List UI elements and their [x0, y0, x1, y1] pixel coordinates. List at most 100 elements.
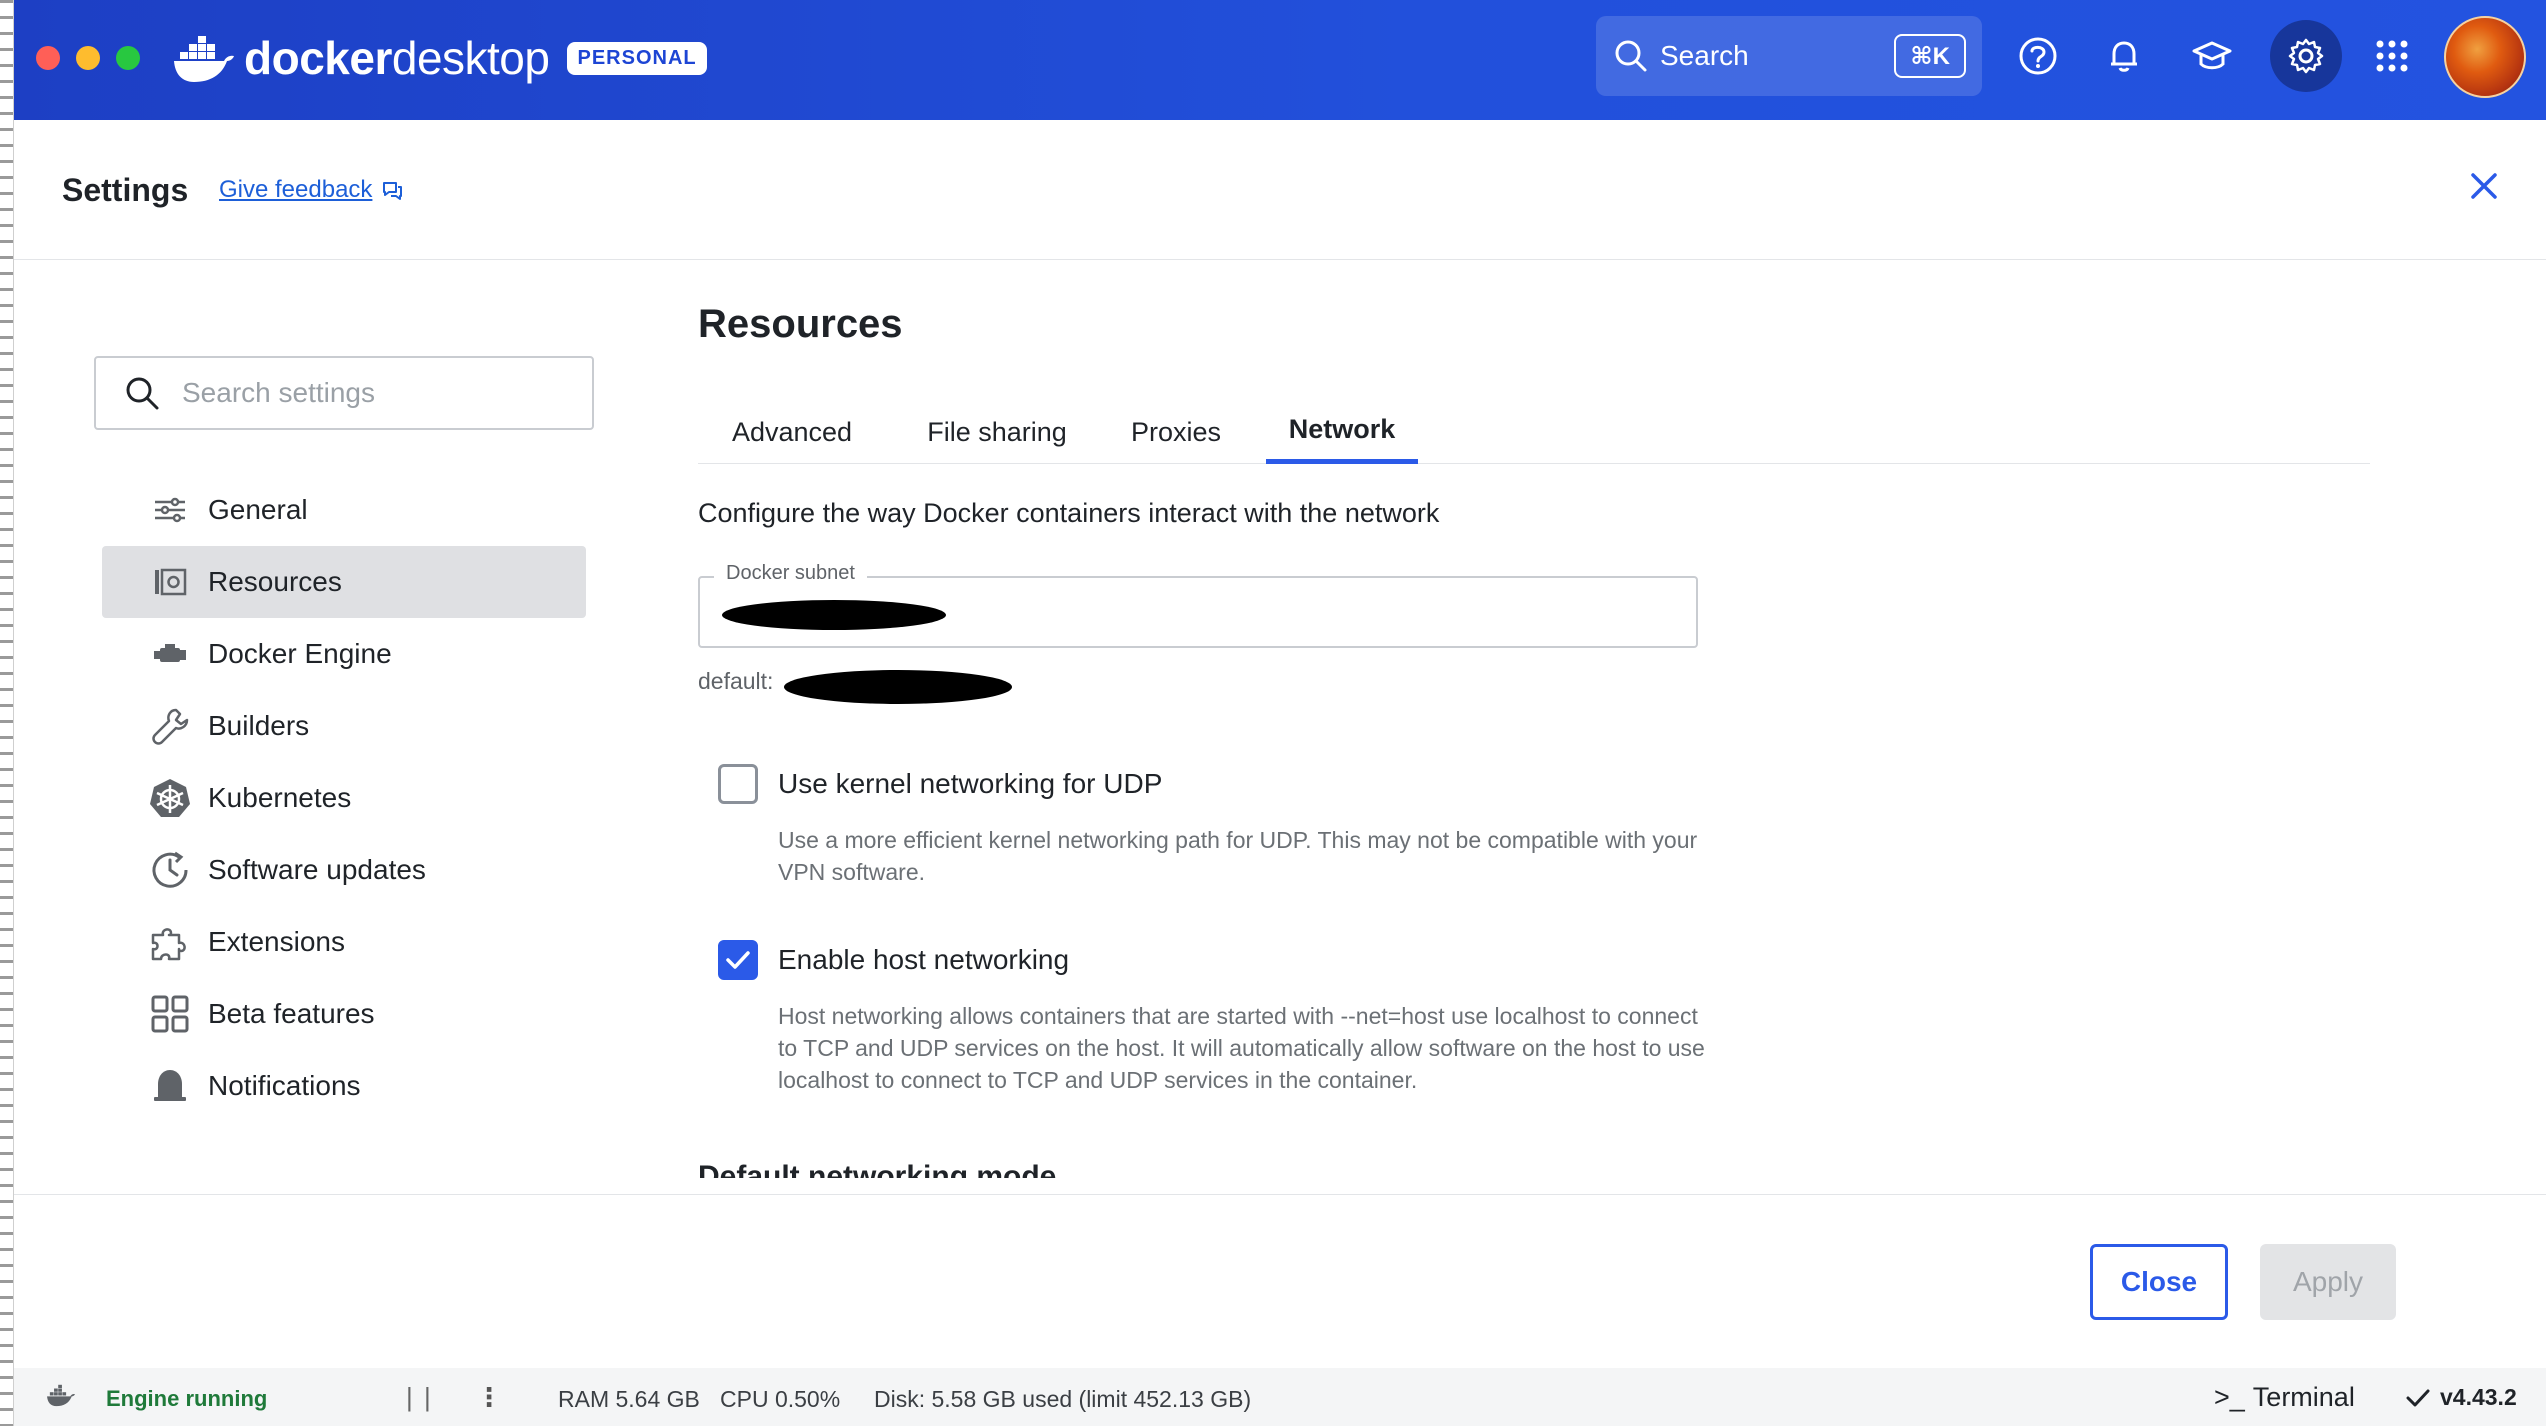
resources-icon — [148, 560, 192, 604]
sidebar-item-label: Beta features — [208, 998, 375, 1029]
search-icon — [1615, 40, 1647, 72]
learning-center-button[interactable] — [2182, 26, 2242, 86]
window-close-button[interactable] — [36, 46, 60, 70]
give-feedback-link[interactable]: Give feedback — [219, 176, 404, 204]
sidebar-item-software-updates[interactable]: Software updates — [102, 834, 586, 906]
tab-proxies[interactable]: Proxies — [1108, 400, 1244, 464]
sliders-icon — [148, 488, 192, 532]
sidebar-item-label: Kubernetes — [208, 782, 352, 813]
sidebar-item-resources[interactable]: Resources — [102, 546, 586, 618]
resources-tabs: Advanced File sharing Proxies Network — [698, 400, 2370, 464]
docker-whale-icon — [174, 36, 234, 82]
sidebar-item-notifications[interactable]: Notifications — [102, 1050, 586, 1122]
redacted-default-value — [784, 670, 1012, 704]
terminal-button[interactable]: >_ Terminal — [2214, 1382, 2355, 1413]
disk-usage: Disk: 5.58 GB used (limit 452.13 GB) — [874, 1386, 1252, 1412]
docker-subnet-field[interactable]: Docker subnet — [698, 562, 1698, 648]
kernel-udp-option: Use kernel networking for UDP — [718, 764, 1162, 804]
terminal-label: Terminal — [2252, 1382, 2355, 1412]
apps-grid-icon — [2376, 40, 2408, 72]
sidebar-item-builders[interactable]: Builders — [102, 690, 586, 762]
brand-name: dockerdesktop — [244, 32, 550, 84]
close-icon — [2471, 173, 2497, 199]
docker-whale-icon — [47, 1384, 75, 1407]
settings-nav: General Resources Docker Engine Builders… — [102, 474, 586, 1122]
close-settings-button[interactable] — [2458, 160, 2510, 212]
search-label: Search — [1660, 40, 1749, 71]
host-networking-label: Enable host networking — [778, 944, 1070, 975]
apply-button[interactable]: Apply — [2260, 1244, 2396, 1320]
terminal-icon: >_ — [2214, 1382, 2245, 1412]
status-bar: Engine running | | ⋮ RAM 5.64 GB CPU 0.5… — [14, 1368, 2546, 1426]
close-button[interactable]: Close — [2090, 1244, 2228, 1320]
gear-icon — [2288, 38, 2324, 74]
puzzle-icon — [148, 920, 192, 964]
sidebar-item-label: General — [208, 494, 308, 525]
settings-button[interactable] — [2270, 20, 2342, 92]
section-title: Resources — [698, 302, 903, 346]
version-label: v4.43.2 — [2440, 1384, 2517, 1410]
checkmark-icon — [726, 951, 750, 969]
help-icon — [2019, 37, 2057, 75]
pause-engine-button[interactable]: | | — [406, 1382, 433, 1413]
plan-badge: PERSONAL — [567, 41, 707, 75]
network-intro: Configure the way Docker containers inte… — [698, 498, 1440, 528]
notifications-button[interactable] — [2094, 26, 2154, 86]
grid-icon — [148, 992, 192, 1036]
cpu-usage: CPU 0.50% — [720, 1386, 841, 1412]
sidebar-item-docker-engine[interactable]: Docker Engine — [102, 618, 586, 690]
docker-desktop-window: dockerdesktop PERSONAL Search ⌘K Setting… — [0, 0, 2546, 1426]
ram-usage: RAM 5.64 GB — [558, 1386, 700, 1412]
engine-status: Engine running — [106, 1386, 268, 1411]
default-subnet-label: default: — [698, 668, 774, 694]
docker-logo: dockerdesktop PERSONAL — [172, 26, 707, 90]
sidebar-item-label: Extensions — [208, 926, 345, 957]
tab-file-sharing[interactable]: File sharing — [886, 400, 1108, 464]
host-networking-description: Host networking allows containers that a… — [778, 1003, 1705, 1093]
kubernetes-icon — [148, 776, 192, 820]
sidebar-item-label: Software updates — [208, 854, 426, 885]
wrench-icon — [148, 704, 192, 748]
clock-update-icon — [148, 848, 192, 892]
more-options-button[interactable]: ⋮ — [476, 1382, 502, 1413]
sidebar-item-label: Resources — [208, 566, 342, 597]
sidebar-item-label: Notifications — [208, 1070, 361, 1101]
settings-search-box[interactable] — [94, 356, 594, 430]
sidebar-item-label: Docker Engine — [208, 638, 392, 669]
window-maximize-button[interactable] — [116, 46, 140, 70]
sidebar-item-beta-features[interactable]: Beta features — [102, 978, 586, 1050]
tab-network[interactable]: Network — [1266, 400, 1418, 464]
version-badge[interactable]: v4.43.2 — [2406, 1384, 2517, 1411]
engine-icon — [148, 632, 192, 676]
title-bar: dockerdesktop PERSONAL Search ⌘K — [14, 0, 2546, 120]
feedback-label: Give feedback — [219, 176, 373, 203]
apps-button[interactable] — [2362, 26, 2422, 86]
sidebar-item-general[interactable]: General — [102, 474, 586, 546]
sidebar-item-kubernetes[interactable]: Kubernetes — [102, 762, 586, 834]
redacted-subnet-value — [722, 600, 946, 630]
learning-icon — [2192, 41, 2232, 70]
host-networking-checkbox[interactable] — [718, 940, 758, 980]
settings-header: Settings Give feedback — [14, 120, 2546, 260]
kernel-udp-checkbox[interactable] — [718, 764, 758, 804]
tab-advanced[interactable]: Advanced — [698, 400, 886, 464]
feedback-icon — [383, 182, 403, 200]
bell-icon — [148, 1064, 192, 1108]
search-icon — [126, 377, 159, 410]
global-search-button[interactable]: Search ⌘K — [1596, 16, 1982, 96]
edge-strip — [0, 0, 14, 1426]
host-networking-option: Enable host networking — [718, 940, 1069, 980]
kernel-udp-description: Use a more efficient kernel networking p… — [778, 827, 1698, 885]
docker-subnet-label: Docker subnet — [714, 562, 867, 585]
sidebar-item-label: Builders — [208, 710, 310, 741]
help-button[interactable] — [2008, 26, 2068, 86]
avatar[interactable] — [2444, 16, 2526, 98]
kernel-udp-label: Use kernel networking for UDP — [778, 768, 1163, 799]
bell-icon — [2111, 41, 2137, 72]
search-shortcut: ⌘K — [1894, 34, 1966, 78]
sidebar-item-extensions[interactable]: Extensions — [102, 906, 586, 978]
heading-text: Default networking mode — [698, 1162, 1056, 1178]
window-minimize-button[interactable] — [76, 46, 100, 70]
search-settings-input[interactable] — [182, 377, 582, 409]
page-title: Settings — [62, 172, 189, 208]
